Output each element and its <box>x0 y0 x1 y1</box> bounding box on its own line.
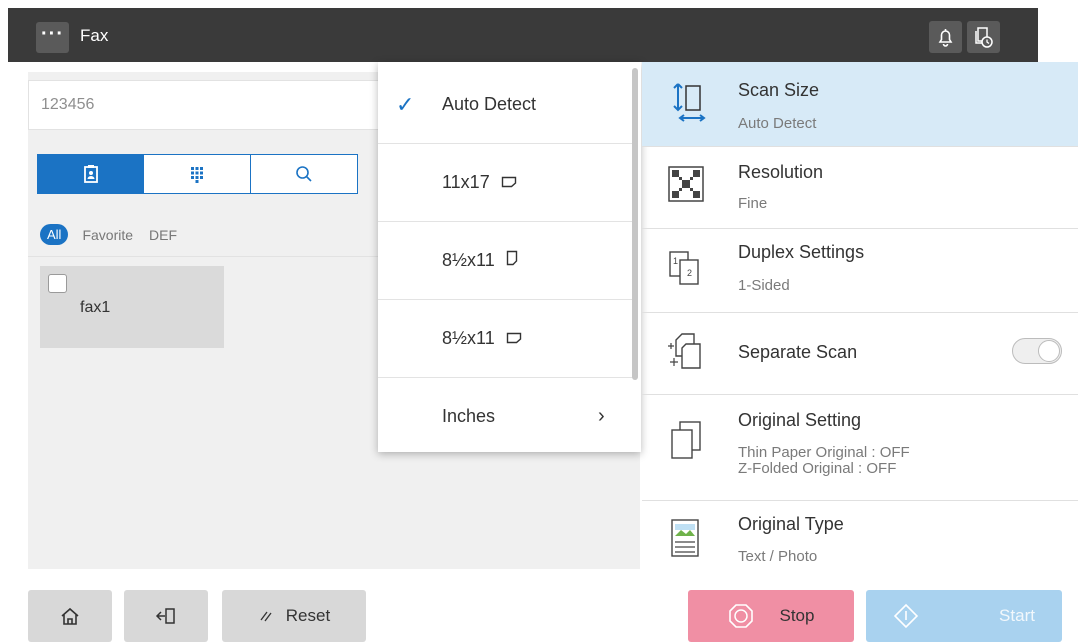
logout-icon <box>155 608 175 624</box>
separate-scan-toggle[interactable] <box>1012 338 1062 364</box>
setting-value: Text / Photo <box>738 548 818 565</box>
scan-size-option-letter-landscape[interactable]: 8½x11 <box>378 300 633 378</box>
scan-size-dropdown: ✓ Auto Detect 11x17 8½x11 8½x11 Inches › <box>378 62 641 452</box>
bell-icon <box>938 29 953 47</box>
divider <box>28 256 378 257</box>
settings-panel: Scan Size Auto Detect Resolution Fine 1 … <box>642 62 1078 578</box>
tab-keypad[interactable] <box>144 154 251 194</box>
scan-size-option-letter-portrait[interactable]: 8½x11 <box>378 222 633 300</box>
duplex-icon: 1 2 <box>669 251 699 285</box>
scan-size-option-auto-detect[interactable]: ✓ Auto Detect <box>378 66 633 144</box>
address-tabs <box>37 154 358 194</box>
checkmark-icon: ✓ <box>396 91 415 117</box>
filter-all[interactable]: All <box>40 224 69 245</box>
resolution-icon <box>668 166 704 202</box>
top-bar: ··· Fax <box>8 8 1038 62</box>
tab-search[interactable] <box>251 154 358 194</box>
setting-value: Auto Detect <box>738 115 817 132</box>
stop-label: Stop <box>779 606 815 625</box>
setting-title: Resolution <box>738 162 824 182</box>
bottom-bar: Reset Stop Start <box>0 578 1078 642</box>
svg-text:1: 1 <box>673 256 678 266</box>
setting-scan-size[interactable]: Scan Size Auto Detect <box>642 62 1078 147</box>
landscape-paper-icon <box>506 332 521 344</box>
option-label: Auto Detect <box>442 94 537 114</box>
destination-checkbox[interactable] <box>48 274 67 293</box>
setting-title: Duplex Settings <box>738 242 865 262</box>
toggle-knob <box>1038 340 1060 362</box>
setting-value-z-folded: Z-Folded Original : OFF <box>738 460 897 477</box>
scan-size-icon <box>673 83 706 122</box>
scan-size-option-11x17[interactable]: 11x17 <box>378 144 633 222</box>
job-list-button[interactable] <box>967 21 1000 53</box>
home-button[interactable] <box>28 590 112 642</box>
original-type-icon <box>671 519 699 557</box>
keypad-icon <box>191 167 203 183</box>
reset-label: Reset <box>285 606 331 625</box>
setting-original-type[interactable]: Original Type Text / Photo <box>642 500 1078 578</box>
filter-def[interactable]: DEF <box>149 227 177 243</box>
menu-button[interactable]: ··· <box>36 22 69 53</box>
scan-size-option-inches[interactable]: Inches › <box>378 378 633 455</box>
notification-button[interactable] <box>929 21 962 53</box>
chevron-right-icon: › <box>598 405 605 427</box>
stop-icon <box>728 604 753 628</box>
dropdown-scrollbar[interactable] <box>632 68 638 380</box>
setting-resolution[interactable]: Resolution Fine <box>642 146 1078 229</box>
start-button[interactable]: Start <box>866 590 1062 642</box>
stop-button[interactable]: Stop <box>688 590 854 642</box>
address-book-icon <box>83 165 98 183</box>
job-list-icon <box>975 27 993 48</box>
option-label: 8½x11 <box>442 328 522 349</box>
separate-scan-icon <box>668 333 701 369</box>
start-icon <box>893 603 919 629</box>
destination-name: fax1 <box>80 299 111 316</box>
reset-icon <box>260 611 272 622</box>
setting-value: 1-Sided <box>738 277 790 294</box>
option-label: 11x17 <box>442 172 517 193</box>
setting-title: Original Type <box>738 514 844 534</box>
index-filter: All Favorite DEF <box>40 224 193 245</box>
setting-value-thin-paper: Thin Paper Original : OFF <box>738 444 910 461</box>
setting-separate-scan[interactable]: Separate Scan <box>642 312 1078 395</box>
tab-address-book[interactable] <box>37 154 144 194</box>
destination-item[interactable]: fax1 <box>40 266 224 348</box>
setting-duplex[interactable]: 1 2 Duplex Settings 1-Sided <box>642 228 1078 313</box>
svg-text:2: 2 <box>687 268 692 278</box>
access-button[interactable] <box>124 590 208 642</box>
setting-value: Fine <box>738 195 768 212</box>
search-icon <box>296 166 312 182</box>
original-setting-icon <box>671 421 701 459</box>
start-label: Start <box>999 606 1035 625</box>
option-label: Inches <box>442 406 496 426</box>
landscape-paper-icon <box>501 176 516 188</box>
setting-original[interactable]: Original Setting Thin Paper Original : O… <box>642 394 1078 501</box>
app-title: Fax <box>80 26 109 45</box>
setting-title: Separate Scan <box>738 342 858 362</box>
portrait-paper-icon <box>506 250 517 266</box>
option-label: 8½x11 <box>442 250 518 271</box>
more-icon: ··· <box>41 23 64 45</box>
filter-favorite[interactable]: Favorite <box>82 227 133 243</box>
setting-title: Original Setting <box>738 410 862 430</box>
setting-title: Scan Size <box>738 80 820 100</box>
reset-button[interactable]: Reset <box>222 590 366 642</box>
home-icon <box>61 607 79 625</box>
destination-input[interactable]: 123456 <box>28 80 388 130</box>
